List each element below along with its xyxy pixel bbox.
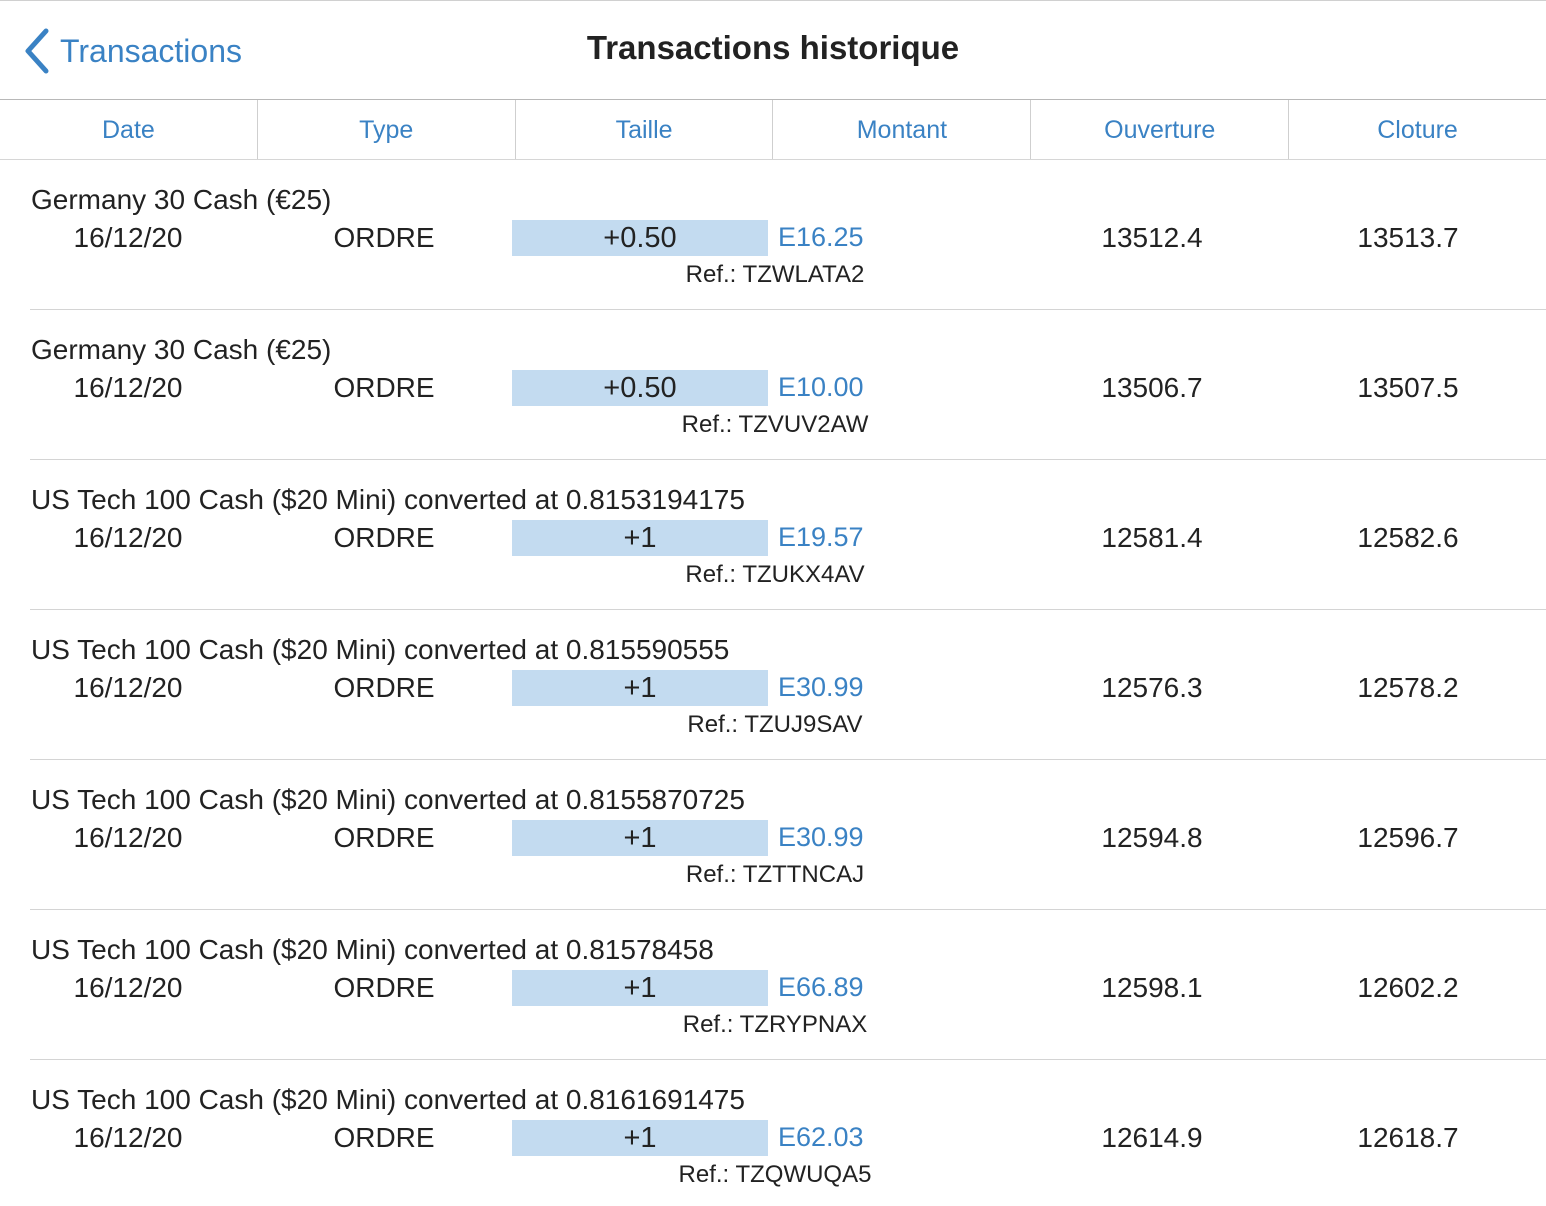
instrument-name: US Tech 100 Cash ($20 Mini) converted at… [31,784,745,815]
open-price: 13512.4 [1101,222,1203,253]
transaction-type: ORDRE [333,522,435,553]
transaction-type: ORDRE [333,822,435,853]
transaction-ref: Ref.: TZRYPNAX [682,1011,868,1038]
transaction-amount: E66.89 [778,972,864,1002]
transaction-size: +1 [512,1120,768,1156]
transaction-ref: Ref.: TZVUV2AW [681,411,869,438]
transaction-list: Germany 30 Cash (€25) 16/12/20 ORDRE +0.… [0,160,1546,1206]
transaction-row[interactable]: Germany 30 Cash (€25) 16/12/20 ORDRE +0.… [0,310,1546,460]
transaction-amount: E62.03 [778,1122,864,1152]
transaction-type: ORDRE [333,372,435,403]
open-price: 12614.9 [1101,1122,1203,1153]
transaction-date: 16/12/20 [73,522,183,553]
transaction-amount: E30.99 [778,822,864,852]
close-price: 12578.2 [1357,672,1459,703]
transaction-size: +0.50 [512,220,768,256]
transaction-type: ORDRE [333,222,435,253]
transaction-date: 16/12/20 [73,1122,183,1153]
instrument-name: US Tech 100 Cash ($20 Mini) converted at… [31,634,730,665]
transaction-amount: E16.25 [778,222,864,252]
transaction-ref: Ref.: TZTTNCAJ [685,861,865,888]
transaction-ref: Ref.: TZWLATA2 [685,261,865,288]
transaction-ref: Ref.: TZUJ9SAV [687,711,863,738]
transaction-amount: E10.00 [778,372,864,402]
transaction-date: 16/12/20 [73,972,183,1003]
transaction-row[interactable]: US Tech 100 Cash ($20 Mini) converted at… [0,910,1546,1060]
open-price: 13506.7 [1101,372,1203,403]
transaction-size: +1 [512,970,768,1006]
transaction-ref: Ref.: TZUKX4AV [685,561,865,588]
close-price: 12582.6 [1357,522,1459,553]
open-price: 12594.8 [1101,822,1203,853]
column-header-amount[interactable]: Montant [773,100,1032,159]
transaction-type: ORDRE [333,1122,435,1153]
transaction-row[interactable]: Germany 30 Cash (€25) 16/12/20 ORDRE +0.… [0,160,1546,310]
close-price: 12618.7 [1357,1122,1459,1153]
column-header-date[interactable]: Date [0,100,258,159]
open-price: 12581.4 [1101,522,1203,553]
column-header-close[interactable]: Cloture [1289,100,1546,159]
transaction-size: +1 [512,520,768,556]
transaction-size: +1 [512,670,768,706]
transaction-date: 16/12/20 [73,372,183,403]
transaction-type: ORDRE [333,972,435,1003]
transaction-row[interactable]: US Tech 100 Cash ($20 Mini) converted at… [0,610,1546,760]
transaction-row[interactable]: US Tech 100 Cash ($20 Mini) converted at… [0,460,1546,610]
transaction-amount: E19.57 [778,522,864,552]
transaction-ref: Ref.: TZQWUQA5 [678,1161,872,1188]
transaction-size: +1 [512,820,768,856]
close-price: 13513.7 [1357,222,1459,253]
close-price: 12602.2 [1357,972,1459,1003]
close-price: 12596.7 [1357,822,1459,853]
transaction-date: 16/12/20 [73,222,183,253]
column-header-size[interactable]: Taille [516,100,774,159]
column-header-open[interactable]: Ouverture [1031,100,1290,159]
transaction-row[interactable]: US Tech 100 Cash ($20 Mini) converted at… [0,1060,1546,1206]
column-header-bar: Date Type Taille Montant Ouverture Clotu… [0,100,1546,160]
open-price: 12598.1 [1101,972,1203,1003]
transaction-date: 16/12/20 [73,672,183,703]
instrument-name: Germany 30 Cash (€25) [31,184,332,215]
transaction-type: ORDRE [333,672,435,703]
transaction-amount: E30.99 [778,672,864,702]
instrument-name: US Tech 100 Cash ($20 Mini) converted at… [31,1084,745,1115]
instrument-name: US Tech 100 Cash ($20 Mini) converted at… [31,484,745,515]
column-header-type[interactable]: Type [258,100,516,159]
page-title: Transactions historique [586,29,960,66]
close-price: 13507.5 [1357,372,1459,403]
instrument-name: US Tech 100 Cash ($20 Mini) converted at… [31,934,714,965]
open-price: 12576.3 [1101,672,1203,703]
transaction-size: +0.50 [512,370,768,406]
transaction-date: 16/12/20 [73,822,183,853]
transaction-row[interactable]: US Tech 100 Cash ($20 Mini) converted at… [0,760,1546,910]
navigation-bar: Transactions Transactions historique [0,0,1546,100]
instrument-name: Germany 30 Cash (€25) [31,334,332,365]
